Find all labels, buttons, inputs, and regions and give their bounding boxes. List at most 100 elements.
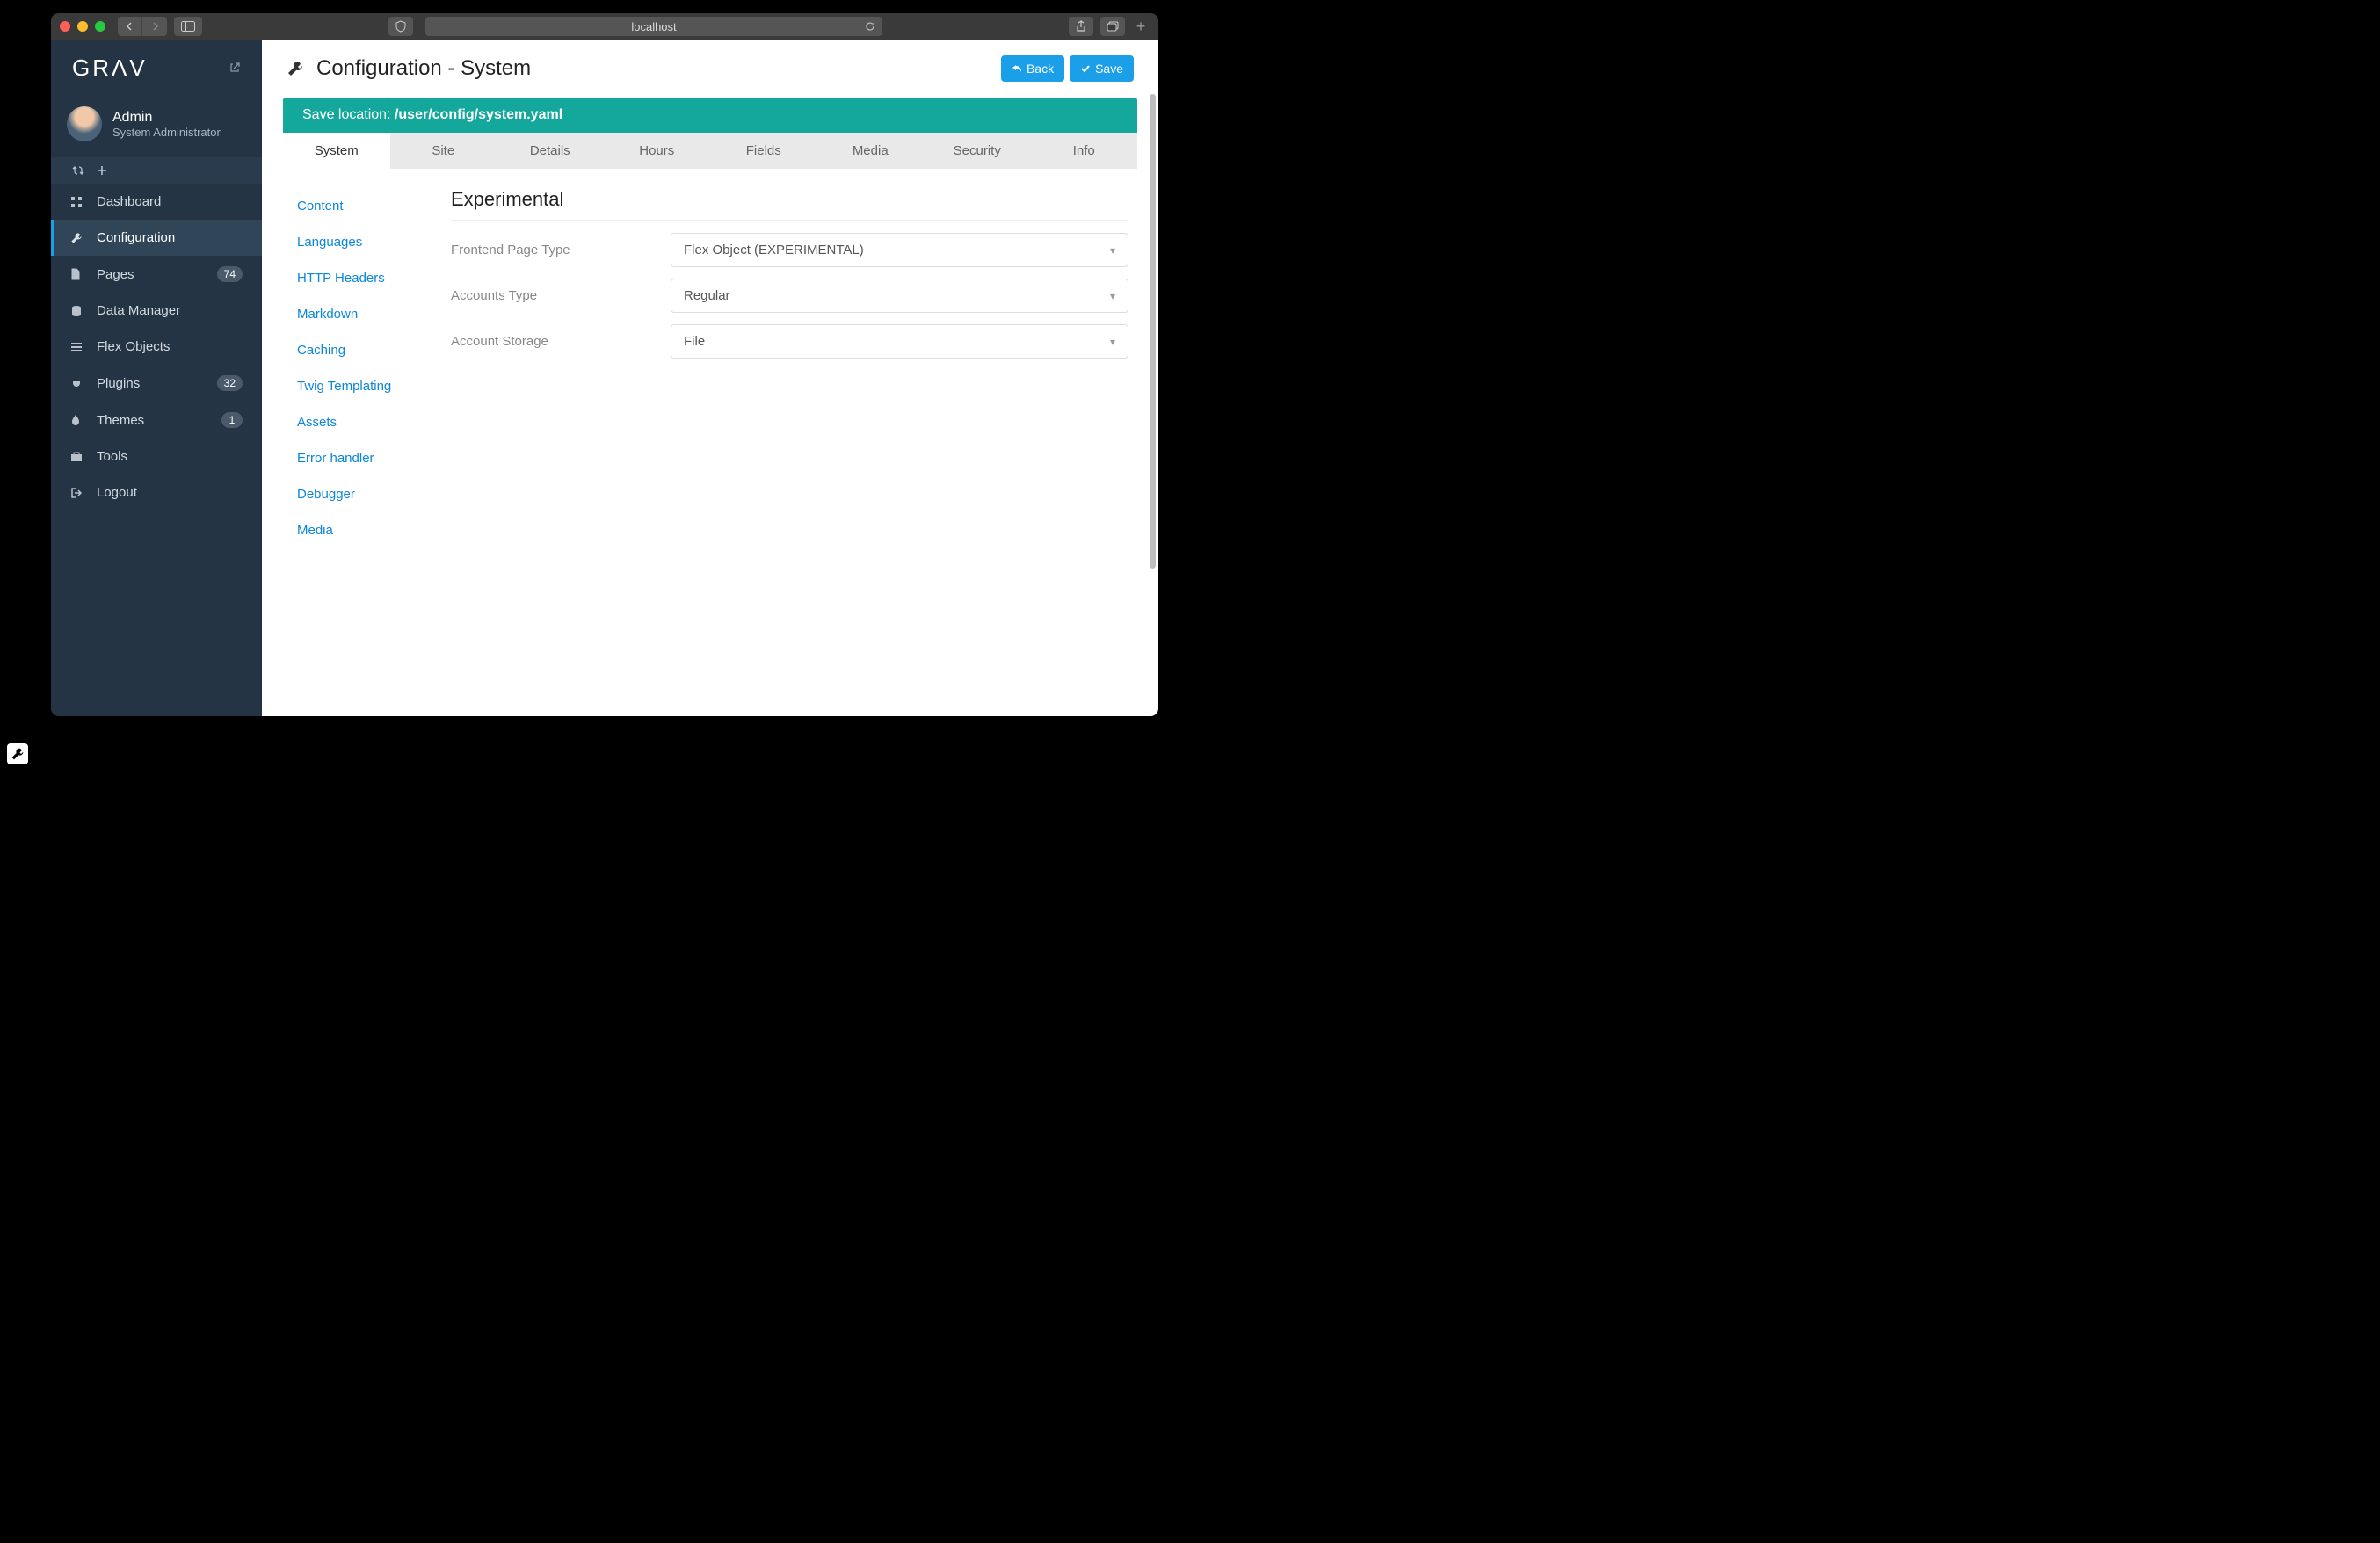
config-tabs: SystemSiteDetailsHoursFieldsMediaSecurit… <box>283 133 1137 169</box>
content: Save location: /user/config/system.yaml … <box>262 98 1158 716</box>
logo[interactable]: GRΛV <box>72 54 148 82</box>
browser-window: localhost + GRΛV Admin <box>51 13 1158 716</box>
plug-icon <box>70 377 84 389</box>
sidebar: GRΛV Admin System Administrator Dashboar… <box>51 40 262 716</box>
refresh-icon[interactable] <box>72 165 84 176</box>
section-link-markdown[interactable]: Markdown <box>283 296 446 332</box>
form-label: Accounts Type <box>451 288 653 303</box>
tab-media[interactable]: Media <box>817 133 925 169</box>
share-button[interactable] <box>1069 17 1093 36</box>
traffic-lights <box>60 21 105 32</box>
logout-icon <box>70 488 84 498</box>
tab-security[interactable]: Security <box>924 133 1031 169</box>
plus-icon[interactable] <box>97 165 107 176</box>
forward-browser-button[interactable] <box>142 17 167 36</box>
address-bar[interactable]: localhost <box>425 17 882 36</box>
tab-fields[interactable]: Fields <box>710 133 817 169</box>
form-row: Accounts Type Regular▾ <box>451 279 1128 313</box>
corner-badge[interactable] <box>7 743 28 764</box>
back-browser-button[interactable] <box>118 17 142 36</box>
sidebar-item-plugins[interactable]: Plugins 32 <box>51 365 262 402</box>
sidebar-item-logout[interactable]: Logout <box>51 474 262 511</box>
app: GRΛV Admin System Administrator Dashboar… <box>51 40 1158 716</box>
nav-buttons <box>118 17 167 36</box>
chevron-down-icon: ▾ <box>1110 290 1115 302</box>
titlebar: Configuration - System Back Save <box>262 40 1158 98</box>
form-area: Experimental Frontend Page TypeFlex Obje… <box>446 169 1137 695</box>
user-name: Admin <box>112 110 221 126</box>
sidebar-item-label: Data Manager <box>97 303 180 318</box>
quick-tray <box>51 157 262 184</box>
chevron-down-icon: ▾ <box>1110 244 1115 257</box>
sidebar-item-themes[interactable]: Themes 1 <box>51 402 262 438</box>
scrollbar[interactable] <box>1150 94 1156 569</box>
form-label: Account Storage <box>451 334 653 349</box>
section-link-content[interactable]: Content <box>283 188 446 224</box>
sidebar-item-tools[interactable]: Tools <box>51 438 262 474</box>
list-icon <box>70 342 84 352</box>
save-location-bar: Save location: /user/config/system.yaml <box>283 98 1137 133</box>
file-icon <box>70 268 84 280</box>
user-row[interactable]: Admin System Administrator <box>51 96 262 157</box>
sidebar-item-label: Flex Objects <box>97 339 170 354</box>
sidebar-item-pages[interactable]: Pages 74 <box>51 256 262 293</box>
chevron-down-icon: ▾ <box>1110 336 1115 348</box>
sidebar-item-flex-objects[interactable]: Flex Objects <box>51 329 262 365</box>
zoom-window-button[interactable] <box>95 21 105 32</box>
check-icon <box>1080 63 1091 74</box>
back-button[interactable]: Back <box>1001 55 1064 82</box>
logo-row: GRΛV <box>51 40 262 96</box>
page-title: Configuration - System <box>316 56 531 81</box>
sidebar-item-configuration[interactable]: Configuration <box>51 220 262 256</box>
address-text: localhost <box>631 20 676 33</box>
sidebar-badge: 1 <box>221 412 243 428</box>
close-window-button[interactable] <box>60 21 70 32</box>
section-link-error-handler[interactable]: Error handler <box>283 440 446 476</box>
section-link-languages[interactable]: Languages <box>283 224 446 260</box>
section-link-twig-templating[interactable]: Twig Templating <box>283 368 446 404</box>
save-button[interactable]: Save <box>1070 55 1134 82</box>
select-frontend-page-type[interactable]: Flex Object (EXPERIMENTAL) ▾ <box>671 233 1128 267</box>
sidebar-item-data-manager[interactable]: Data Manager <box>51 293 262 329</box>
sidebar-item-label: Pages <box>97 267 134 282</box>
select-value: Flex Object (EXPERIMENTAL) <box>684 243 864 257</box>
form-row: Account Storage File▾ <box>451 324 1128 359</box>
external-link-icon[interactable] <box>229 62 241 74</box>
tab-hours[interactable]: Hours <box>604 133 711 169</box>
reload-icon[interactable] <box>865 21 875 32</box>
tab-system[interactable]: System <box>283 133 390 169</box>
new-tab-button[interactable]: + <box>1132 17 1150 36</box>
minimize-window-button[interactable] <box>77 21 88 32</box>
avatar <box>67 106 102 141</box>
tab-info[interactable]: Info <box>1031 133 1138 169</box>
tabs-button[interactable] <box>1100 17 1125 36</box>
section-link-http-headers[interactable]: HTTP Headers <box>283 260 446 296</box>
form-label: Frontend Page Type <box>451 243 653 257</box>
section-link-assets[interactable]: Assets <box>283 404 446 440</box>
briefcase-icon <box>70 452 84 462</box>
section-nav: ContentLanguagesHTTP HeadersMarkdownCach… <box>283 169 446 695</box>
tint-icon <box>70 414 84 426</box>
sidebar-item-label: Tools <box>97 449 127 464</box>
select-accounts-type[interactable]: Regular▾ <box>671 279 1128 313</box>
select-account-storage[interactable]: File▾ <box>671 324 1128 359</box>
tab-details[interactable]: Details <box>497 133 604 169</box>
section-link-media[interactable]: Media <box>283 512 446 548</box>
reply-icon <box>1012 63 1022 74</box>
panel: ContentLanguagesHTTP HeadersMarkdownCach… <box>283 169 1137 695</box>
sidebar-item-dashboard[interactable]: Dashboard <box>51 184 262 220</box>
grid-icon <box>70 196 84 208</box>
privacy-report-button[interactable] <box>388 17 413 36</box>
database-icon <box>70 305 84 317</box>
sidebar-toggle-button[interactable] <box>174 17 202 36</box>
sidebar-item-label: Themes <box>97 413 144 428</box>
nav: Dashboard Configuration Pages 74 Data Manage… <box>51 184 262 511</box>
wrench-icon <box>287 60 304 77</box>
section-link-caching[interactable]: Caching <box>283 332 446 368</box>
sidebar-badge: 32 <box>217 375 243 391</box>
section-link-debugger[interactable]: Debugger <box>283 476 446 512</box>
sidebar-badge: 74 <box>217 266 243 282</box>
sidebar-item-label: Configuration <box>97 230 175 245</box>
sidebar-item-label: Plugins <box>97 376 140 391</box>
tab-site[interactable]: Site <box>390 133 497 169</box>
